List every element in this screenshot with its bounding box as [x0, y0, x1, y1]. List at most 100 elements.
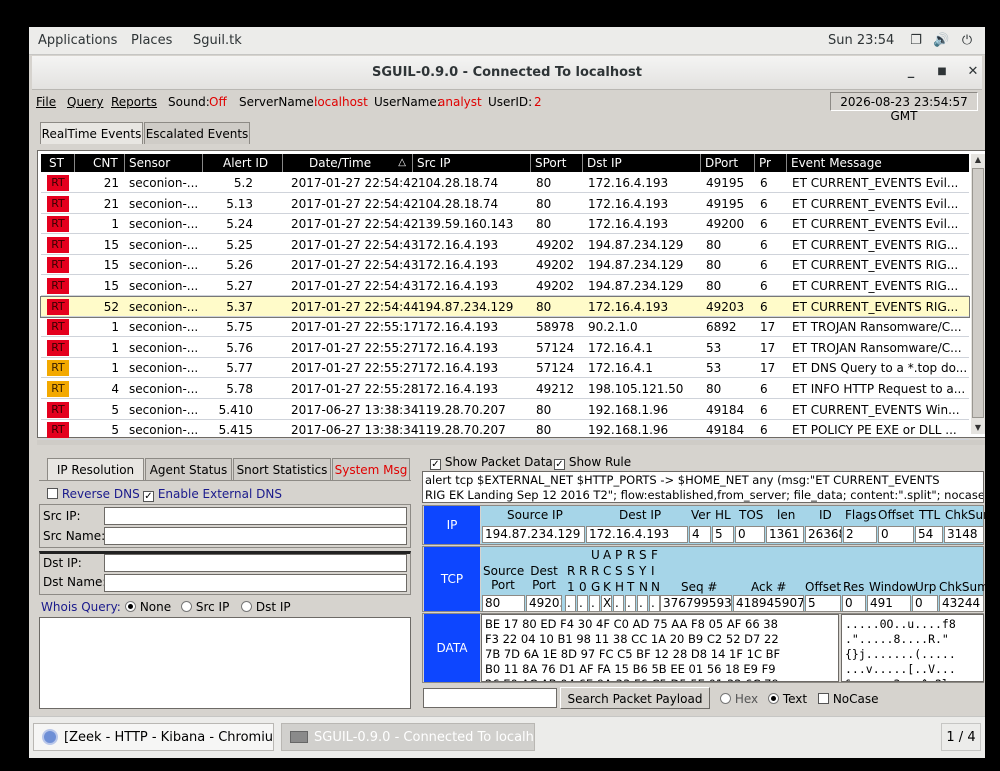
- show-packet-option[interactable]: ✓ Show Packet Data: [430, 455, 553, 470]
- col-datetime[interactable]: Date/Time △: [283, 154, 413, 172]
- whois-src-option[interactable]: Src IP: [181, 600, 229, 614]
- tab-escalated-events[interactable]: Escalated Events: [144, 122, 250, 144]
- hex-option[interactable]: Hex: [720, 692, 758, 706]
- table-row[interactable]: RT 15 seconion-... 5.27 2017-01-27 22:54:43 1…: [41, 276, 969, 296]
- tcp-dport-value[interactable]: 49203: [526, 595, 562, 612]
- status-badge[interactable]: RT: [47, 216, 69, 233]
- file-menu[interactable]: File: [36, 95, 56, 109]
- status-badge[interactable]: RT: [47, 175, 69, 191]
- status-badge[interactable]: RT: [47, 381, 69, 397]
- ip-ver-value[interactable]: 4: [689, 526, 711, 543]
- reverse-dns-checkbox[interactable]: [47, 488, 58, 499]
- ip-hl-value[interactable]: 5: [712, 526, 734, 543]
- search-payload-button[interactable]: Search Packet Payload: [560, 687, 710, 709]
- task-sguil[interactable]: SGUIL-0.9.0 - Connected To localh: [281, 723, 535, 751]
- whois-src-radio[interactable]: [181, 601, 192, 612]
- sound-value[interactable]: Off: [209, 95, 227, 109]
- whois-dst-option[interactable]: Dst IP: [241, 600, 291, 614]
- ip-ttl-value[interactable]: 54: [915, 526, 943, 543]
- hex-radio[interactable]: [720, 693, 731, 704]
- tcp-sport-value[interactable]: 80: [482, 595, 525, 612]
- status-badge[interactable]: RT: [47, 401, 69, 418]
- window-icon[interactable]: ❐: [908, 33, 924, 49]
- task-chromium[interactable]: [Zeek - HTTP - Kibana - Chromium]: [33, 723, 274, 751]
- places-menu[interactable]: Places: [131, 33, 172, 48]
- col-alert-id[interactable]: Alert ID: [203, 154, 283, 172]
- show-rule-option[interactable]: ✓ Show Rule: [554, 455, 631, 470]
- tcp-flag-value[interactable]: .: [625, 595, 636, 612]
- tcp-flag-value[interactable]: .: [589, 595, 600, 612]
- ip-offset-value[interactable]: 0: [878, 526, 914, 543]
- status-badge[interactable]: RT: [47, 422, 69, 439]
- src-name-field[interactable]: [104, 527, 407, 545]
- table-row[interactable]: RT 5 seconion-... 5.415 2017-06-27 13:38:34 1…: [41, 420, 969, 441]
- col-cnt[interactable]: CNT: [75, 154, 125, 172]
- tcp-offset-value[interactable]: 5: [805, 595, 841, 612]
- minimize-icon[interactable]: _: [903, 64, 919, 80]
- ip-flags-value[interactable]: 2: [843, 526, 877, 543]
- tcp-flag-value[interactable]: .: [613, 595, 624, 612]
- col-st[interactable]: ST: [41, 154, 75, 172]
- tcp-seq-value[interactable]: 3767995930: [660, 595, 732, 612]
- close-icon[interactable]: ✕: [965, 64, 981, 80]
- text-radio[interactable]: [768, 693, 779, 704]
- table-row[interactable]: RT 1 seconion-... 5.76 2017-01-27 22:55:27 17…: [41, 338, 969, 358]
- table-row[interactable]: RT 1 seconion-... 5.24 2017-01-27 22:54:42 13…: [41, 214, 969, 235]
- app-menu[interactable]: Sguil.tk: [193, 33, 242, 48]
- ip-id-value[interactable]: 26368: [805, 526, 842, 543]
- tcp-chksum-value[interactable]: 43244: [939, 595, 984, 612]
- scrollbar-thumb[interactable]: [972, 168, 984, 418]
- tcp-flag-value[interactable]: .: [565, 595, 576, 612]
- status-badge[interactable]: RT: [47, 339, 69, 356]
- table-row[interactable]: RT 1 seconion-... 5.75 2017-01-27 22:55:17 17…: [41, 317, 969, 338]
- status-badge[interactable]: RT: [47, 319, 69, 336]
- scroll-up-icon[interactable]: ▲: [971, 154, 985, 166]
- ip-tos-value[interactable]: 0: [735, 526, 765, 543]
- events-scrollbar[interactable]: ▲ ▼: [971, 154, 985, 434]
- workspace-indicator[interactable]: 1 / 4: [941, 723, 981, 751]
- whois-dst-radio[interactable]: [241, 601, 252, 612]
- table-row[interactable]: RT 15 seconion-... 5.26 2017-01-27 22:54:43 1…: [41, 255, 969, 276]
- tcp-ack-value[interactable]: 4189459073: [733, 595, 804, 612]
- dst-ip-field[interactable]: [104, 554, 407, 572]
- tcp-window-value[interactable]: 491: [867, 595, 911, 612]
- status-badge[interactable]: RT: [47, 360, 69, 377]
- whois-output[interactable]: [39, 617, 411, 709]
- pane-splitter[interactable]: [37, 440, 985, 445]
- ip-source-value[interactable]: 194.87.234.129: [482, 526, 585, 543]
- ascii-payload[interactable]: .....0O..u....f8 .".....8....R." {}j......…: [841, 614, 984, 682]
- nocase-checkbox[interactable]: [818, 693, 829, 704]
- volume-icon[interactable]: 🔊: [933, 33, 949, 49]
- system-clock[interactable]: Sun 23:54: [828, 33, 894, 48]
- ip-dest-value[interactable]: 172.16.4.193: [586, 526, 688, 543]
- status-badge[interactable]: RT: [47, 236, 69, 253]
- whois-none-radio[interactable]: [125, 601, 136, 612]
- text-option[interactable]: Text: [768, 692, 807, 706]
- tcp-res-value[interactable]: 0: [842, 595, 866, 612]
- col-sensor[interactable]: Sensor: [125, 154, 203, 172]
- reports-menu[interactable]: Reports: [111, 95, 157, 109]
- tcp-flag-value[interactable]: .: [577, 595, 588, 612]
- dst-name-field[interactable]: [104, 574, 407, 592]
- show-rule-checkbox[interactable]: ✓: [554, 459, 565, 470]
- payload-search-input[interactable]: [423, 688, 557, 708]
- tab-snort-statistics[interactable]: Snort Statistics: [233, 458, 331, 480]
- query-menu[interactable]: Query: [67, 95, 103, 109]
- ip-chksum-value[interactable]: 3148: [944, 526, 984, 543]
- tcp-flag-value[interactable]: .: [637, 595, 648, 612]
- rule-text[interactable]: alert tcp $EXTERNAL_NET $HTTP_PORTS -> $…: [422, 471, 984, 503]
- maximize-icon[interactable]: ■: [934, 64, 950, 80]
- hex-payload[interactable]: BE 17 80 ED F4 30 4F C0 AD 75 AA F8 05 A…: [481, 614, 839, 682]
- table-row[interactable]: RT 21 seconion-... 5.2 2017-01-27 22:54:42 10…: [41, 173, 969, 193]
- tcp-flag-value[interactable]: X: [601, 595, 612, 612]
- whois-none-option[interactable]: None: [125, 600, 171, 614]
- col-event-message[interactable]: Event Message: [787, 154, 969, 172]
- status-badge[interactable]: RT: [47, 278, 69, 294]
- table-row[interactable]: RT 4 seconion-... 5.78 2017-01-27 22:55:28 17…: [41, 379, 969, 399]
- tab-realtime-events[interactable]: RealTime Events: [40, 122, 143, 144]
- scroll-down-icon[interactable]: ▼: [971, 422, 985, 434]
- tcp-flag-value[interactable]: .: [649, 595, 660, 612]
- tab-ip-resolution[interactable]: IP Resolution: [47, 458, 144, 480]
- tab-agent-status[interactable]: Agent Status: [145, 458, 232, 480]
- status-badge[interactable]: RT: [47, 195, 69, 212]
